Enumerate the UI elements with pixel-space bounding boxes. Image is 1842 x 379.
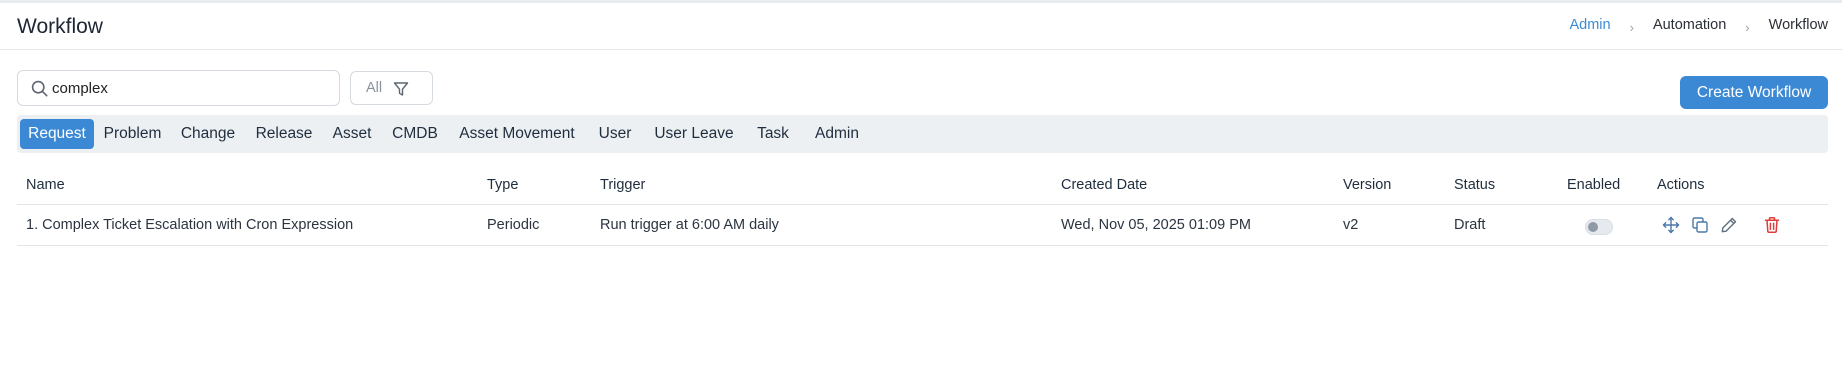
breadcrumb-automation: Automation: [1652, 17, 1727, 33]
column-header-created-date: Created Date: [1061, 177, 1148, 193]
tab-asset-movement[interactable]: Asset Movement: [451, 119, 583, 149]
copy-icon[interactable]: [1691, 216, 1709, 234]
enabled-toggle[interactable]: [1585, 219, 1613, 235]
filter-dropdown[interactable]: All: [350, 71, 433, 105]
module-tabs: Request Problem Change Release Asset CMD…: [17, 115, 1828, 153]
column-header-trigger: Trigger: [600, 177, 646, 193]
tab-user-leave[interactable]: User Leave: [647, 119, 741, 149]
page-header: Workflow Admin › Automation › Workflow: [0, 3, 1842, 50]
tab-task[interactable]: Task: [748, 119, 798, 149]
tab-release[interactable]: Release: [251, 119, 317, 149]
tab-problem[interactable]: Problem: [100, 119, 165, 149]
tab-asset[interactable]: Asset: [326, 119, 378, 149]
column-header-enabled: Enabled: [1567, 177, 1621, 193]
row-status: Draft: [1454, 217, 1486, 233]
row-created-date: Wed, Nov 05, 2025 01:09 PM: [1061, 217, 1251, 233]
create-workflow-button[interactable]: Create Workflow: [1680, 76, 1828, 109]
column-header-status: Status: [1454, 177, 1496, 193]
breadcrumb-admin[interactable]: Admin: [1569, 17, 1610, 33]
search-input[interactable]: [52, 77, 332, 99]
workflow-table: Name Type Trigger Created Date Version S…: [17, 170, 1828, 246]
column-header-version: Version: [1343, 177, 1392, 193]
row-version: v2: [1343, 217, 1359, 233]
column-header-name: Name: [26, 177, 65, 193]
table-header: Name Type Trigger Created Date Version S…: [17, 170, 1828, 205]
tab-user[interactable]: User: [590, 119, 640, 149]
table-row[interactable]: 1. Complex Ticket Escalation with Cron E…: [17, 205, 1828, 246]
tab-change[interactable]: Change: [175, 119, 241, 149]
move-icon[interactable]: [1662, 216, 1680, 234]
filter-icon: [393, 82, 409, 96]
row-name[interactable]: 1. Complex Ticket Escalation with Cron E…: [26, 217, 353, 233]
row-trigger: Run trigger at 6:00 AM daily: [600, 217, 779, 233]
search-box: [17, 70, 340, 106]
search-icon: [31, 80, 48, 97]
column-header-type: Type: [487, 177, 519, 193]
tab-cmdb[interactable]: CMDB: [387, 119, 443, 149]
column-header-actions: Actions: [1657, 177, 1705, 193]
filter-label: All: [366, 80, 383, 96]
tab-admin[interactable]: Admin: [807, 119, 867, 149]
delete-icon[interactable]: [1763, 216, 1781, 234]
row-type: Periodic: [487, 217, 540, 233]
breadcrumb-separator: ›: [1745, 19, 1750, 35]
breadcrumb: Admin › Automation › Workflow: [1569, 17, 1828, 35]
page-title: Workflow: [17, 15, 103, 38]
toggle-knob: [1588, 222, 1598, 232]
tab-request[interactable]: Request: [20, 119, 94, 149]
breadcrumb-separator: ›: [1629, 19, 1634, 35]
edit-icon[interactable]: [1720, 216, 1738, 234]
breadcrumb-workflow: Workflow: [1768, 17, 1828, 33]
